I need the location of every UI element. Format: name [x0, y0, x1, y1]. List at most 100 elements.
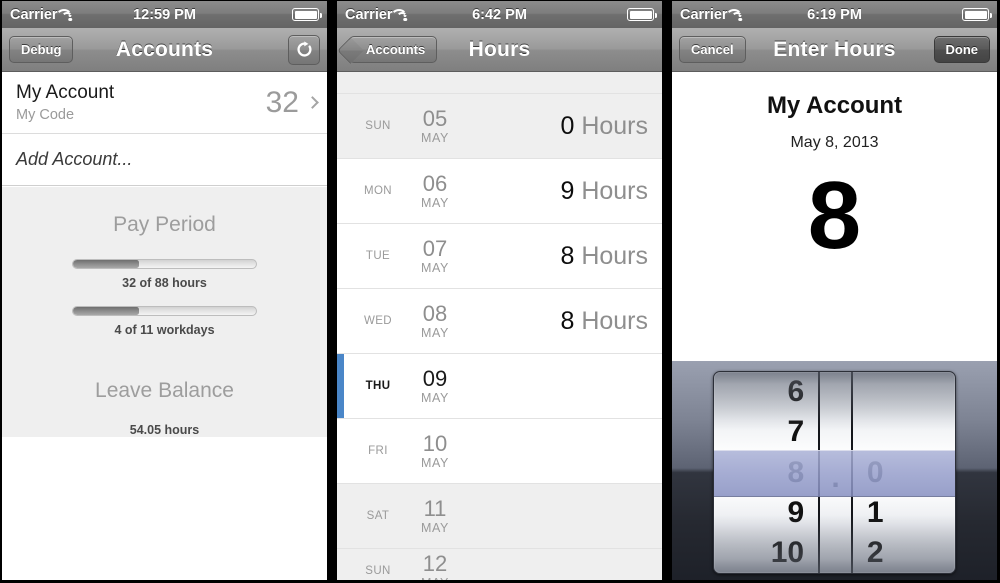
picker-item[interactable] [853, 412, 955, 452]
table-row[interactable]: FRI 10 MAY [337, 419, 662, 484]
table-row-selected[interactable]: THU 09 MAY [337, 354, 662, 419]
hours-picker[interactable]: 6 7 8 9 10 . 0 1 2 [713, 371, 956, 574]
row-date: 09 MAY [409, 367, 461, 404]
entry-date: May 8, 2013 [790, 134, 879, 151]
done-button[interactable]: Done [933, 36, 990, 63]
account-row[interactable]: My Account My Code 32 [2, 72, 327, 134]
wifi-icon [55, 8, 81, 21]
row-cells: MON 06 MAY 9 Hours [347, 172, 662, 209]
chevron-right-icon [306, 96, 319, 109]
table-row[interactable]: SUN 12 MAY [337, 549, 662, 583]
table-row[interactable]: SAT 04 MAY 2 Hours [337, 72, 662, 94]
battery-icon [627, 8, 657, 21]
back-to-accounts-button[interactable]: Accounts [349, 36, 438, 63]
nav-bar-accounts: Debug Accounts [2, 28, 327, 72]
table-row[interactable]: TUE 07 MAY 8 Hours [337, 224, 662, 289]
row-value-unit: Hours [581, 241, 648, 270]
table-row[interactable]: SAT 11 MAY [337, 484, 662, 549]
row-day: 07 [422, 236, 448, 262]
row-value-number: 0 [560, 111, 575, 140]
status-bar-left: Carrier [345, 7, 416, 23]
hours-list[interactable]: SAT 04 MAY 2 Hours SUN 05 MAY [337, 72, 662, 583]
row-cells: FRI 10 MAY [347, 432, 662, 469]
account-text: My Account My Code [16, 82, 114, 123]
row-weekday: SAT [366, 510, 390, 522]
row-day: 11 [423, 496, 447, 522]
row-value-number: 8 [560, 306, 575, 335]
entry-account-name: My Account [766, 92, 903, 119]
row-month: MAY [421, 195, 449, 210]
carrier-label: Carrier [345, 6, 393, 23]
nav-bar-enter-hours: Cancel Enter Hours Done [672, 28, 997, 72]
status-bar-right [962, 8, 992, 21]
refresh-icon [296, 41, 313, 58]
selected-row-indicator [337, 354, 344, 418]
carrier-label: Carrier [10, 6, 58, 23]
row-date: 07 MAY [409, 237, 461, 274]
status-bar-left: Carrier [680, 7, 751, 23]
workdays-progress-bar [72, 306, 257, 316]
status-bar: Carrier 6:19 PM [672, 1, 997, 28]
hours-progress-bar [72, 259, 257, 269]
row-cells: THU 09 MAY [347, 367, 662, 404]
status-bar-right [627, 8, 657, 21]
picker-column-decimal[interactable]: 0 1 2 [850, 372, 955, 573]
picker-item[interactable]: 2 [853, 533, 955, 573]
row-date: 10 MAY [409, 432, 461, 469]
carrier-label: Carrier [680, 6, 728, 23]
row-weekday: SUN [365, 565, 391, 577]
table-row[interactable]: WED 08 MAY 8 Hours [337, 289, 662, 354]
picker-item[interactable]: 7 [714, 412, 818, 452]
account-right: 32 [266, 86, 319, 120]
row-cells: SAT 11 MAY [347, 497, 662, 534]
workdays-progress-label: 4 of 11 workdays [114, 323, 215, 337]
row-month: MAY [421, 325, 449, 340]
add-account-row[interactable]: Add Account... [2, 134, 327, 186]
status-bar: Carrier 12:59 PM [2, 1, 327, 28]
row-day: 08 [422, 301, 448, 327]
picker-columns: 6 7 8 9 10 . 0 1 2 [714, 372, 955, 573]
refresh-button[interactable] [288, 34, 320, 65]
battery-icon [292, 8, 322, 21]
row-cells: WED 08 MAY 8 Hours [347, 302, 662, 339]
row-value: 8 Hours [560, 242, 662, 271]
row-weekday: TUE [365, 250, 391, 262]
summary-section: Pay Period 32 of 88 hours 4 of 11 workda… [2, 186, 327, 437]
status-bar: Carrier 6:42 PM [337, 1, 662, 28]
row-value-unit: Hours [581, 306, 648, 335]
picker-item[interactable]: 6 [714, 372, 818, 412]
row-value: 9 Hours [560, 177, 662, 206]
hours-progress-wrap [72, 259, 257, 269]
row-value: 0 Hours [560, 112, 662, 141]
debug-button[interactable]: Debug [9, 36, 74, 63]
row-day: 10 [422, 431, 448, 457]
row-value-unit: Hours [581, 176, 648, 205]
row-day: 06 [422, 171, 448, 197]
account-code: My Code [16, 107, 75, 123]
leave-balance-title: Leave Balance [95, 379, 234, 402]
table-row[interactable]: MON 06 MAY 9 Hours [337, 159, 662, 224]
table-row[interactable]: SUN 05 MAY 0 Hours [337, 94, 662, 159]
picker-item-selected[interactable]: 8 [714, 452, 818, 492]
row-date: 05 MAY [409, 107, 461, 144]
picker-item[interactable]: 1 [853, 493, 955, 533]
picker-item[interactable]: 9 [714, 493, 818, 533]
row-month: MAY [421, 575, 449, 583]
picker-item[interactable] [853, 372, 955, 412]
picker-column-hours[interactable]: 6 7 8 9 10 [714, 372, 818, 573]
picker-area: 6 7 8 9 10 . 0 1 2 [672, 361, 997, 580]
row-date: 08 MAY [409, 302, 461, 339]
entry-body: My Account May 8, 2013 8 [672, 72, 997, 361]
row-month: MAY [421, 390, 449, 405]
leave-balance-value: 54.05 hours [129, 423, 200, 437]
hours-progress-label: 32 of 88 hours [122, 276, 207, 290]
cancel-button[interactable]: Cancel [679, 36, 746, 63]
hours-progress-fill [73, 260, 139, 268]
accounts-table: My Account My Code 32 Add Account... [2, 72, 327, 186]
picker-item [820, 372, 851, 412]
row-weekday: WED [363, 315, 393, 327]
picker-item[interactable]: 10 [714, 533, 818, 573]
row-month: MAY [421, 520, 449, 535]
screen-hours: Carrier 6:42 PM Accounts Hours SAT 04 MA… [335, 0, 664, 583]
picker-item-selected[interactable]: 0 [853, 452, 955, 492]
